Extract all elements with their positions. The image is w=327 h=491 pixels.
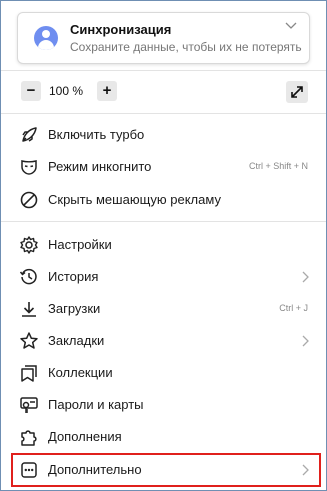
sync-card[interactable]: Синхронизация Сохраните данные, чтобы их… bbox=[17, 12, 310, 64]
puzzle-icon bbox=[19, 427, 39, 447]
highlight-frame bbox=[11, 453, 321, 487]
menu-item-collections[interactable]: Коллекции bbox=[1, 357, 326, 389]
menu-item-label: История bbox=[48, 269, 99, 284]
menu-item-label: Скрыть мешающую рекламу bbox=[48, 192, 221, 207]
menu-item-label: Включить турбо bbox=[48, 127, 145, 142]
key-card-icon bbox=[19, 395, 39, 415]
avatar-icon bbox=[34, 26, 58, 50]
menu-item-label: Загрузки bbox=[48, 301, 101, 316]
history-icon bbox=[19, 267, 39, 287]
menu-item-hide-ads[interactable]: Скрыть мешающую рекламу bbox=[1, 184, 326, 216]
menu-item-label: Пароли и карты bbox=[48, 397, 144, 412]
block-icon bbox=[19, 190, 39, 210]
chevron-down-icon[interactable] bbox=[285, 22, 297, 30]
menu-item-downloads[interactable]: Загрузки Ctrl + J bbox=[1, 293, 326, 325]
menu-item-turbo[interactable]: Включить турбо bbox=[1, 119, 326, 151]
star-icon bbox=[19, 331, 39, 351]
collections-icon bbox=[19, 363, 39, 383]
menu-item-settings[interactable]: Настройки bbox=[1, 229, 326, 261]
fullscreen-icon bbox=[291, 86, 303, 98]
divider bbox=[1, 221, 326, 222]
menu-item-label: Дополнения bbox=[48, 429, 122, 444]
menu-item-passwords[interactable]: Пароли и карты bbox=[1, 389, 326, 421]
menu-item-extensions[interactable]: Дополнения bbox=[1, 421, 326, 453]
fullscreen-button[interactable] bbox=[286, 81, 308, 103]
gear-icon bbox=[19, 235, 39, 255]
download-icon bbox=[19, 299, 39, 319]
rocket-icon bbox=[19, 125, 39, 145]
menu-item-label: Коллекции bbox=[48, 365, 113, 380]
shortcut-hint: Ctrl + Shift + N bbox=[248, 161, 308, 171]
zoom-level: 100 % bbox=[49, 84, 84, 98]
incognito-mask-icon bbox=[19, 157, 39, 177]
menu-item-label: Настройки bbox=[48, 237, 112, 252]
menu-item-bookmarks[interactable]: Закладки bbox=[1, 325, 326, 357]
zoom-in-button[interactable]: + bbox=[97, 81, 117, 101]
chevron-right-icon bbox=[302, 335, 310, 347]
sync-subtitle: Сохраните данные, чтобы их не потерять bbox=[70, 40, 302, 54]
chevron-right-icon bbox=[302, 271, 310, 283]
menu-item-incognito[interactable]: Режим инкогнито Ctrl + Shift + N bbox=[1, 151, 326, 183]
zoom-out-button[interactable]: − bbox=[21, 81, 41, 101]
menu-item-label: Режим инкогнито bbox=[48, 159, 152, 174]
menu-item-history[interactable]: История bbox=[1, 261, 326, 293]
divider bbox=[1, 70, 326, 71]
menu-item-label: Закладки bbox=[48, 333, 105, 348]
browser-menu-panel: Синхронизация Сохраните данные, чтобы их… bbox=[0, 0, 327, 491]
shortcut-hint: Ctrl + J bbox=[279, 303, 308, 313]
divider bbox=[1, 113, 326, 114]
sync-title: Синхронизация bbox=[70, 22, 172, 37]
